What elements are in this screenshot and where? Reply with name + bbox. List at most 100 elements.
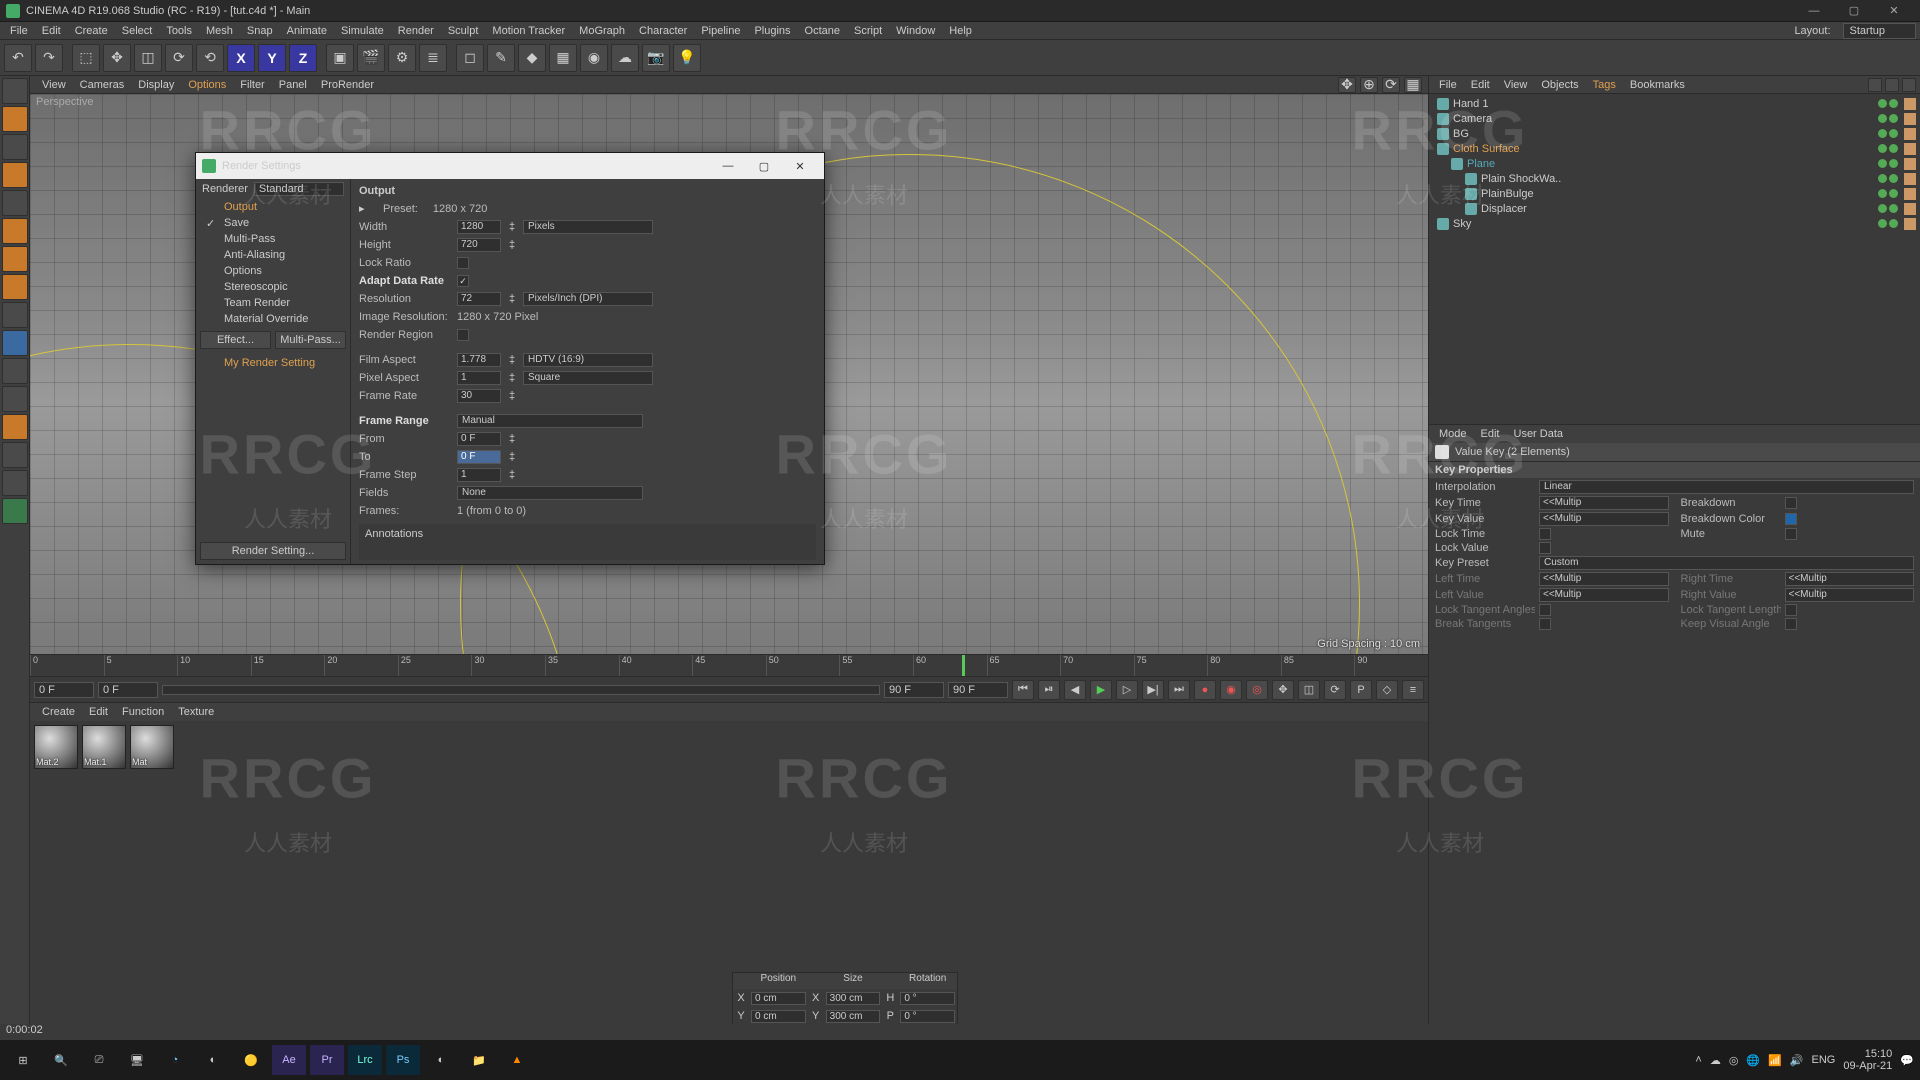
key-scale-icon[interactable]: ◫	[1298, 680, 1320, 700]
viewsolo-icon[interactable]	[2, 442, 28, 468]
move-tool-icon[interactable]: ✥	[103, 44, 131, 72]
xray-icon[interactable]	[2, 498, 28, 524]
lefttime-input[interactable]: <<Multip	[1539, 572, 1669, 586]
menu-create[interactable]: Create	[69, 24, 114, 38]
vp-nav3-icon[interactable]: ⟳	[1382, 77, 1400, 93]
tray-net-icon[interactable]: 🌐	[1746, 1054, 1760, 1067]
object-tree[interactable]: Hand 1CameraBGCloth SurfacePlanePlain Sh…	[1429, 94, 1920, 424]
vp-display[interactable]: Display	[132, 78, 180, 92]
am-mode[interactable]: Mode	[1433, 427, 1473, 441]
workplane-icon[interactable]	[2, 162, 28, 188]
camera-icon[interactable]: 📷	[642, 44, 670, 72]
minimize-button[interactable]: —	[1794, 1, 1834, 21]
interp-dropdown[interactable]: Linear	[1539, 480, 1914, 494]
rs-effect-button[interactable]: Effect...	[200, 331, 271, 349]
rs-step-input[interactable]: 1	[457, 468, 501, 482]
workplane2-icon[interactable]	[2, 358, 28, 384]
rs-from-input[interactable]: 0 F	[457, 432, 501, 446]
keepvisual-check[interactable]	[1785, 618, 1797, 630]
object-row[interactable]: Hand 1	[1433, 96, 1916, 111]
taskview-icon[interactable]: ⎚	[82, 1045, 116, 1075]
poly-mode-icon[interactable]	[2, 246, 28, 272]
edge-mode-icon[interactable]	[2, 218, 28, 244]
x-axis-icon[interactable]: X	[227, 44, 255, 72]
rs-res-input[interactable]: 72	[457, 292, 501, 306]
tray-lang[interactable]: ENG	[1812, 1054, 1836, 1066]
tray-notif-icon[interactable]: 💬	[1900, 1054, 1914, 1067]
app-obs-icon[interactable]: ◔	[158, 1045, 192, 1075]
object-row[interactable]: PlainBulge	[1433, 186, 1916, 201]
menu-script[interactable]: Script	[848, 24, 888, 38]
om-book[interactable]: Bookmarks	[1624, 78, 1691, 92]
menu-tools[interactable]: Tools	[160, 24, 198, 38]
rs-lockratio-check[interactable]	[457, 257, 469, 269]
light-icon[interactable]: 💡	[673, 44, 701, 72]
object-row[interactable]: Cloth Surface	[1433, 141, 1916, 156]
menu-simulate[interactable]: Simulate	[335, 24, 390, 38]
rs-item-save[interactable]: Save	[196, 215, 350, 231]
om-view[interactable]: View	[1498, 78, 1534, 92]
material-swatch[interactable]: Mat	[130, 725, 174, 769]
scale-tool-icon[interactable]: ◫	[134, 44, 162, 72]
om-filter-icon[interactable]	[1885, 78, 1899, 92]
rs-res-unit-dd[interactable]: Pixels/Inch (DPI)	[523, 292, 653, 306]
render-pv-icon[interactable]: 🎬	[357, 44, 385, 72]
current-frame-input[interactable]: 0 F	[98, 682, 158, 698]
leftvalue-input[interactable]: <<Multip	[1539, 588, 1669, 602]
rs-fps-input[interactable]: 30	[457, 389, 501, 403]
vp-view[interactable]: View	[36, 78, 72, 92]
mat-edit[interactable]: Edit	[83, 705, 114, 719]
om-file[interactable]: File	[1433, 78, 1463, 92]
rs-item-output[interactable]: Output	[196, 199, 350, 215]
keytime-input[interactable]: <<Multip	[1539, 496, 1669, 510]
environment-icon[interactable]: ☁	[611, 44, 639, 72]
rs-item-aa[interactable]: Anti-Aliasing	[196, 247, 350, 263]
redo-icon[interactable]: ↷	[35, 44, 63, 72]
dialog-maximize-button[interactable]: ▢	[746, 155, 782, 177]
goto-key-prev-icon[interactable]: ⏯	[1038, 680, 1060, 700]
keyvalue-input[interactable]: <<Multip	[1539, 512, 1669, 526]
undo-icon[interactable]: ↶	[4, 44, 32, 72]
pen-icon[interactable]: ✎	[487, 44, 515, 72]
app-explorer-icon[interactable]: 📁	[462, 1045, 496, 1075]
locktime-check[interactable]	[1539, 528, 1551, 540]
rs-width-input[interactable]: 1280	[457, 220, 501, 234]
snap-icon[interactable]	[2, 330, 28, 356]
app-c4d2-icon[interactable]: ◐	[424, 1045, 458, 1075]
tray-chevron-icon[interactable]: ˄	[1695, 1054, 1701, 1066]
cube-icon[interactable]: ◻	[456, 44, 484, 72]
rs-px-input[interactable]: 1	[457, 371, 501, 385]
tray-app-icon[interactable]: ◎	[1729, 1054, 1739, 1067]
key-pla-icon[interactable]: ◇	[1376, 680, 1398, 700]
rs-render-setting-button[interactable]: Render Setting...	[200, 542, 346, 560]
menu-motion[interactable]: Motion Tracker	[486, 24, 571, 38]
breaktan-check[interactable]	[1539, 618, 1551, 630]
vp-nav2-icon[interactable]: ⊕	[1360, 77, 1378, 93]
menu-mograph[interactable]: MoGraph	[573, 24, 631, 38]
object-row[interactable]: Displacer	[1433, 201, 1916, 216]
tray-wifi-icon[interactable]: 📶	[1768, 1054, 1782, 1067]
lockvalue-check[interactable]	[1539, 542, 1551, 554]
rs-multipass-button[interactable]: Multi-Pass...	[275, 331, 346, 349]
rs-to-input[interactable]: 0 F	[457, 450, 501, 464]
key-param-icon[interactable]: P	[1350, 680, 1372, 700]
vp-panel[interactable]: Panel	[273, 78, 313, 92]
object-row[interactable]: Plane	[1433, 156, 1916, 171]
rs-item-options[interactable]: Options	[196, 263, 350, 279]
coord-size-input[interactable]: 300 cm	[826, 1010, 881, 1023]
make-editable-icon[interactable]	[2, 78, 28, 104]
locktanangles-check[interactable]	[1539, 604, 1551, 616]
layout-dropdown[interactable]: Startup	[1843, 23, 1916, 39]
rs-adapt-check[interactable]	[457, 275, 469, 287]
lock-icon[interactable]	[2, 470, 28, 496]
rs-width-unit-dd[interactable]: Pixels	[523, 220, 653, 234]
material-swatch[interactable]: Mat.1	[82, 725, 126, 769]
breakdown-check[interactable]	[1785, 497, 1797, 509]
app-monitor-icon[interactable]: 🖥	[120, 1045, 154, 1075]
mat-func[interactable]: Function	[116, 705, 170, 719]
menu-animate[interactable]: Animate	[281, 24, 333, 38]
menu-mesh[interactable]: Mesh	[200, 24, 239, 38]
mute-check[interactable]	[1785, 528, 1797, 540]
dynamics-icon[interactable]	[2, 414, 28, 440]
am-user[interactable]: User Data	[1508, 427, 1570, 441]
